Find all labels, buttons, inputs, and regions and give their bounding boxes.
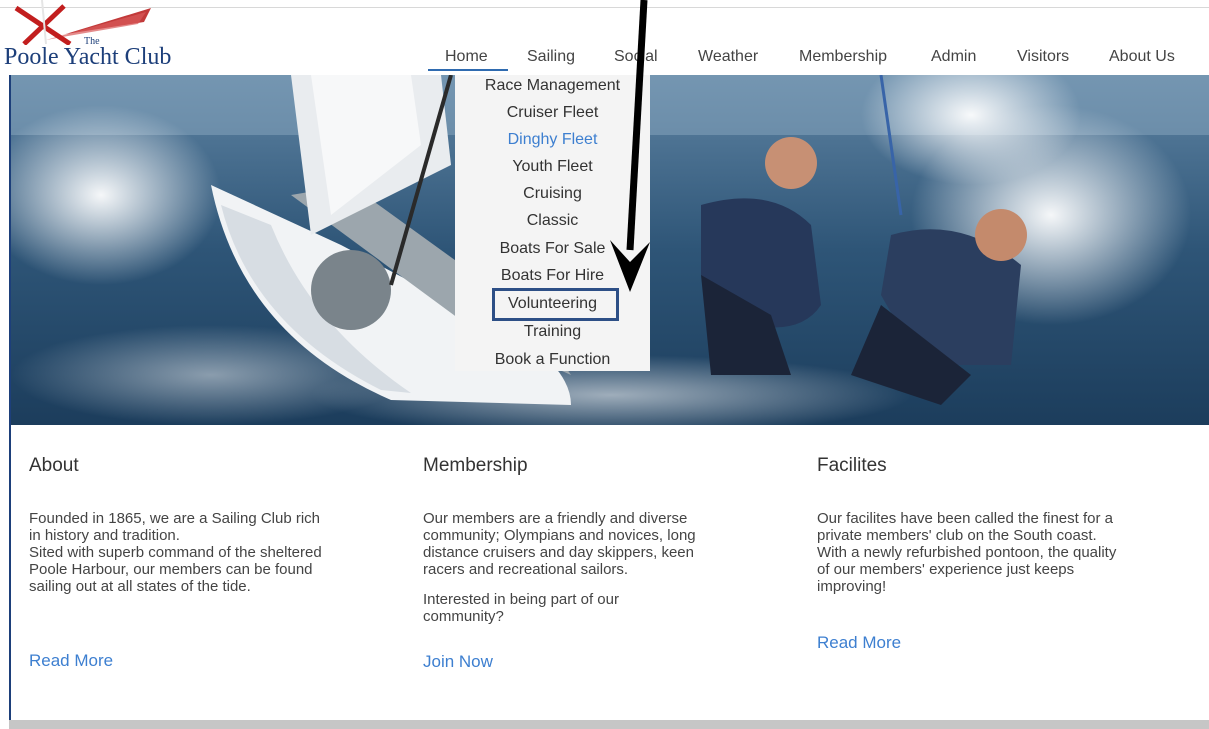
logo-text: Poole Yacht Club [4, 44, 172, 70]
nav-weather[interactable]: Weather [698, 48, 758, 66]
about-read-more-link[interactable]: Read More [29, 651, 113, 671]
nav-active-underline [428, 69, 508, 71]
membership-section: Membership Our members are a friendly an… [423, 455, 743, 671]
about-section: About Founded in 1865, we are a Sailing … [29, 455, 349, 670]
pointer-arrow-icon [610, 0, 650, 292]
bottom-divider-bar [9, 720, 1209, 729]
join-now-link[interactable]: Join Now [423, 652, 493, 672]
nav-sailing[interactable]: Sailing [527, 48, 575, 66]
about-heading: About [29, 455, 79, 476]
about-text: Founded in 1865, we are a Sailing Club r… [29, 510, 322, 595]
facilities-text: Our facilites have been called the fines… [817, 510, 1117, 595]
facilities-heading: Facilites [817, 455, 887, 476]
membership-text: Our members are a friendly and diverse c… [423, 510, 696, 578]
nav-visitors[interactable]: Visitors [1017, 48, 1069, 66]
menu-item-training[interactable]: Training [455, 323, 650, 341]
site-logo[interactable]: The Poole Yacht Club [0, 0, 220, 75]
nav-admin[interactable]: Admin [931, 48, 976, 66]
burgee-icon [14, 0, 151, 45]
facilities-section: Facilites Our facilites have been called… [817, 455, 1137, 652]
nav-home[interactable]: Home [445, 48, 488, 66]
nav-about-us[interactable]: About Us [1109, 48, 1175, 66]
nav-membership[interactable]: Membership [799, 48, 887, 66]
facilities-read-more-link[interactable]: Read More [817, 633, 901, 653]
membership-heading: Membership [423, 455, 528, 476]
menu-item-book-a-function[interactable]: Book a Function [455, 351, 650, 369]
membership-text-2: Interested in being part of our communit… [423, 591, 619, 625]
